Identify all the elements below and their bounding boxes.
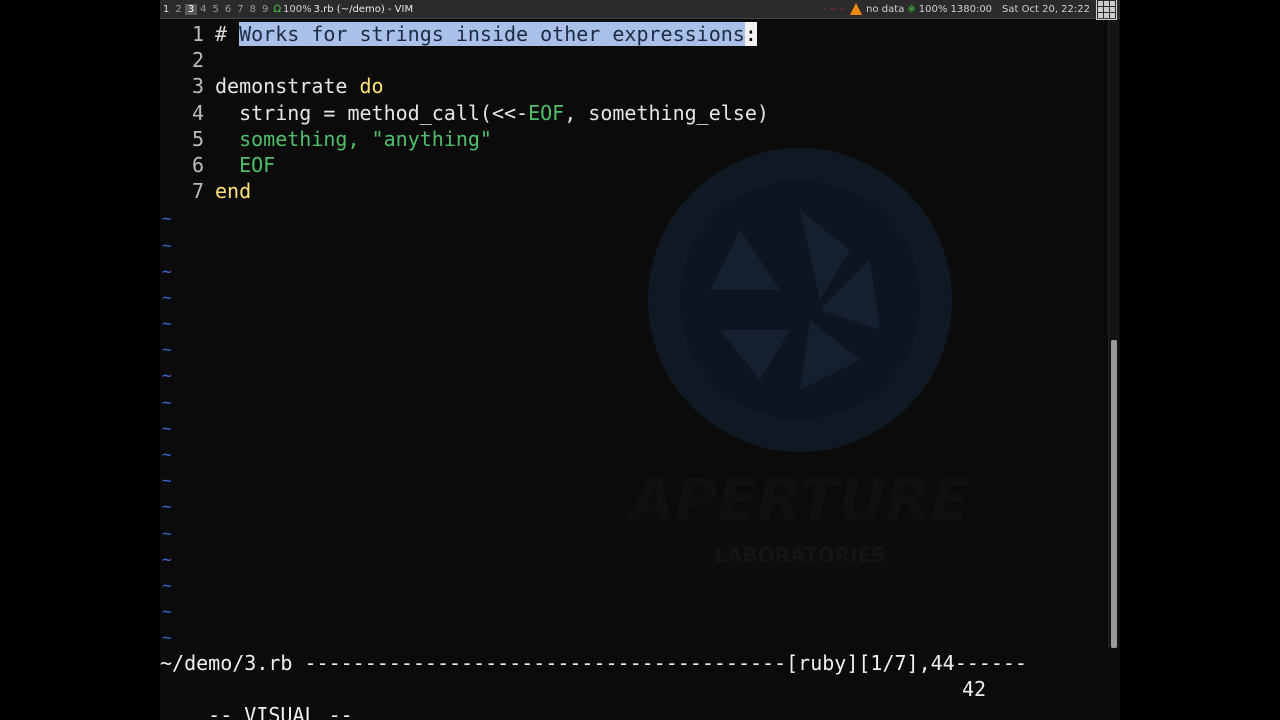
code-token: do [359,74,384,99]
empty-line-marker: ~ [162,628,172,648]
code-line[interactable]: 1 # Works for strings inside other expres… [160,21,1104,47]
scrollbar-thumb[interactable] [1111,340,1117,648]
workspace-2[interactable]: 2 [172,4,184,15]
empty-line-marker: ~ [162,392,172,412]
system-tray: - -- - no data ※ 100% 1380:00 Sat Oct 20… [821,0,1120,20]
line-text: string = method_call(<<-EOF, something_e… [215,100,769,126]
code-line[interactable]: 3 demonstrate do [160,73,1104,99]
window-title: 3.rb (~/demo) - VIM [313,3,414,15]
code-token: , something_else) [564,100,769,125]
line-number: 6 [191,152,204,177]
workspace-6[interactable]: 6 [222,4,234,15]
code-line[interactable]: 7 end [160,178,1104,204]
line-number: 4 [191,100,204,125]
command-line[interactable]: -- VISUAL -- 42 [160,676,1120,720]
code-token: EOF [215,152,276,177]
code-token: string = method_call(<<- [215,100,529,125]
empty-line: ~ [160,204,1104,230]
status-line: ~/demo/3.rb ----------------------------… [160,651,1027,675]
workspace-1[interactable]: 1 [160,4,172,15]
cpu-graph: - -- - [823,3,845,15]
empty-line-marker: ~ [162,209,172,229]
empty-line-marker: ~ [162,549,172,569]
workspace-list: 123456789 [160,3,271,15]
line-number: 7 [191,179,204,204]
empty-line-marker: ~ [162,314,172,334]
empty-line-marker: ~ [162,235,172,255]
line-number: 1 [191,22,204,46]
empty-line-marker: ~ [162,471,172,491]
workspace-5[interactable]: 5 [210,4,222,15]
empty-line-marker: ~ [162,418,172,438]
empty-line: ~ [160,414,1104,440]
line-text: # Works for strings inside other express… [215,21,757,47]
battery-plug-icon: ※ [907,3,916,15]
selection-count: 42 [962,677,987,701]
visual-selection: Works for strings inside other expressio… [239,22,745,46]
master-ratio: 100% [283,3,312,15]
empty-line: ~ [160,283,1104,309]
empty-line: ~ [160,492,1104,518]
empty-line-marker: ~ [162,287,172,307]
empty-line: ~ [160,571,1104,597]
code-line[interactable]: 4 string = method_call(<<-EOF, something… [160,100,1104,126]
vim-window: APERTURE LABORATORIES 123456789 Ω 100% 3… [160,0,1120,720]
workspace-4[interactable]: 4 [197,4,209,15]
code-token: demonstrate [215,74,360,99]
editor-buffer[interactable]: 1 # Works for strings inside other expres… [160,21,1104,647]
empty-line: ~ [160,309,1104,335]
grid-icon[interactable] [1096,0,1117,20]
code-token: end [215,179,252,204]
empty-line-marker: ~ [162,340,172,360]
code-line[interactable]: 2 [160,47,1104,73]
window-manager-bar: 123456789 Ω 100% 3.rb (~/demo) - VIM - -… [160,0,1120,20]
empty-line: ~ [160,597,1104,623]
empty-line-marker: ~ [162,445,172,464]
code-line[interactable]: 6 EOF [160,152,1104,178]
code-token: EOF [528,100,565,125]
empty-line-marker: ~ [162,261,172,281]
layout-tall-icon[interactable]: Ω [273,4,281,15]
vlc-cone-icon[interactable] [850,3,863,15]
line-text: end [215,178,251,204]
mode-indicator: -- VISUAL -- [208,703,353,720]
empty-line: ~ [160,231,1104,257]
empty-line: ~ [160,388,1104,414]
line-text: something, "anything" [215,126,492,152]
empty-line: ~ [160,335,1104,361]
empty-line-marker: ~ [162,366,172,386]
media-status: no data [866,3,905,15]
empty-line-marker: ~ [162,523,172,543]
empty-line: ~ [160,519,1104,545]
workspace-9[interactable]: 9 [259,4,271,15]
empty-line-marker: ~ [162,497,172,517]
line-text: EOF [215,152,275,178]
code-token: something, "anything" [215,126,492,151]
empty-line-marker: ~ [162,575,172,595]
text-cursor: : [744,22,757,46]
empty-line: ~ [160,623,1104,649]
empty-line: ~ [160,440,1104,466]
empty-line: ~ [160,257,1104,283]
empty-line: ~ [160,361,1104,387]
empty-line: ~ [160,545,1104,571]
workspace-8[interactable]: 8 [247,4,259,15]
empty-line-marker: ~ [162,602,172,622]
workspace-3[interactable]: 3 [184,3,198,15]
workspace-7[interactable]: 7 [234,4,246,15]
battery-status: 100% 1380:00 [918,3,993,15]
code-token: # [215,22,240,46]
clock: Sat Oct 20, 22:22 [1002,3,1090,15]
line-number: 2 [191,48,204,73]
code-line[interactable]: 5 something, "anything" [160,126,1104,152]
empty-line: ~ [160,466,1104,492]
scrollbar[interactable] [1108,20,1119,648]
line-text: demonstrate do [215,73,384,99]
line-number: 3 [191,74,204,99]
line-number: 5 [191,126,204,151]
